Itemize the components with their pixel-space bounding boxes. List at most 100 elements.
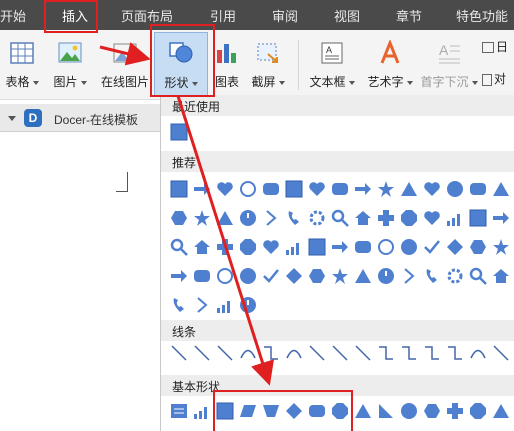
line-shape[interactable] (307, 343, 327, 363)
recommended-shape[interactable] (491, 208, 511, 228)
bird-shape[interactable] (422, 179, 442, 199)
recommended-shape[interactable] (284, 208, 304, 228)
recommended-shape[interactable] (422, 208, 442, 228)
textbox-button[interactable]: A 文本框 (304, 36, 360, 94)
recommended-shape[interactable] (169, 266, 189, 286)
recommended-shape[interactable] (353, 237, 373, 257)
menu-section[interactable]: 章节 (396, 6, 422, 25)
recommended-shape[interactable] (445, 266, 465, 286)
menu-view[interactable]: 视图 (334, 6, 360, 25)
recommended-shape[interactable] (192, 208, 212, 228)
people-shape[interactable] (445, 179, 465, 199)
recommended-shape[interactable] (169, 208, 189, 228)
cloud-shape[interactable] (330, 179, 350, 199)
docer-tab[interactable]: D Docer-在线模板 (0, 104, 160, 132)
android-shape[interactable] (261, 179, 281, 199)
line-shape[interactable] (238, 343, 258, 363)
menu-special-features[interactable]: 特色功能 (456, 6, 508, 25)
recommended-shape[interactable] (307, 237, 327, 257)
recommended-shape[interactable] (376, 237, 396, 257)
recommended-shape[interactable] (399, 208, 419, 228)
airplane-alt-shape[interactable] (353, 179, 373, 199)
date-button[interactable]: 日 (482, 38, 514, 58)
line-shape[interactable] (422, 343, 442, 363)
recommended-shape[interactable] (353, 208, 373, 228)
wordart-button[interactable]: 艺术字 (364, 36, 416, 94)
recommended-shape[interactable] (330, 237, 350, 257)
recommended-shape[interactable] (215, 266, 235, 286)
recommended-shape[interactable] (376, 208, 396, 228)
recent-rectangle-shape[interactable] (169, 122, 189, 142)
picture-button[interactable]: 图片 (46, 36, 94, 94)
line-shape[interactable] (468, 343, 488, 363)
chevron-shape[interactable] (192, 295, 212, 315)
recommended-shape[interactable] (468, 237, 488, 257)
hexagon-shape[interactable] (422, 401, 442, 421)
recommended-shape[interactable] (238, 208, 258, 228)
table-button[interactable]: 表格 (0, 36, 44, 94)
recommended-shape[interactable] (399, 266, 419, 286)
recommended-shape[interactable] (307, 208, 327, 228)
textbox-shape[interactable] (169, 401, 189, 421)
online-picture-button[interactable]: 在线图片 (96, 36, 154, 94)
recommended-shape[interactable] (307, 266, 327, 286)
recommended-shape[interactable] (261, 266, 281, 286)
object-button[interactable]: 对 (482, 70, 514, 90)
chart-button[interactable]: 图表 (210, 36, 244, 94)
recommended-shape[interactable] (284, 237, 304, 257)
cross-shape[interactable] (445, 401, 465, 421)
line-shape[interactable] (445, 343, 465, 363)
line-shape[interactable] (284, 343, 304, 363)
recommended-shape[interactable] (192, 266, 212, 286)
tree-shape[interactable] (491, 179, 511, 199)
thumbs-up-shape[interactable] (307, 179, 327, 199)
windows-shape[interactable] (169, 179, 189, 199)
recommended-shape[interactable] (445, 208, 465, 228)
megaphone-shape[interactable] (399, 179, 419, 199)
recommended-shape[interactable] (376, 266, 396, 286)
airplane-shape[interactable] (192, 179, 212, 199)
line-shape[interactable] (330, 343, 350, 363)
menu-page-layout[interactable]: 页面布局 (121, 6, 173, 25)
right-triangle-shape[interactable] (376, 401, 396, 421)
phone-device-shape[interactable] (284, 179, 304, 199)
triangle-shape[interactable] (353, 401, 373, 421)
recommended-shape[interactable] (192, 237, 212, 257)
recommended-shape[interactable] (261, 237, 281, 257)
recommended-shape[interactable] (169, 237, 189, 257)
signal-shape[interactable] (215, 295, 235, 315)
recommended-shape[interactable] (284, 266, 304, 286)
recommended-shape[interactable] (215, 208, 235, 228)
at-sign-shape[interactable] (238, 179, 258, 199)
recommended-shape[interactable] (238, 237, 258, 257)
recommended-shape[interactable] (353, 266, 373, 286)
line-shape[interactable] (192, 343, 212, 363)
triangle-alt-shape[interactable] (491, 401, 511, 421)
shopping-cart-shape[interactable] (468, 179, 488, 199)
recommended-shape[interactable] (491, 266, 511, 286)
menu-home[interactable]: 开始 (0, 6, 26, 25)
recommended-shape[interactable] (399, 237, 419, 257)
line-shape[interactable] (261, 343, 281, 363)
phone-shape[interactable] (169, 295, 189, 315)
recommended-shape[interactable] (238, 266, 258, 286)
line-shape[interactable] (399, 343, 419, 363)
recommended-shape[interactable] (468, 266, 488, 286)
dropcap-button[interactable]: A 首字下沉 (420, 36, 478, 94)
line-shape[interactable] (491, 343, 511, 363)
recommended-shape[interactable] (215, 237, 235, 257)
decagon-shape[interactable] (468, 401, 488, 421)
recommended-shape[interactable] (468, 208, 488, 228)
leaf-shape[interactable] (215, 179, 235, 199)
screenshot-button[interactable]: 截屏 (246, 36, 290, 94)
power-shape[interactable] (238, 295, 258, 315)
flower-shape[interactable] (376, 179, 396, 199)
line-shape[interactable] (353, 343, 373, 363)
menu-review[interactable]: 审阅 (272, 6, 298, 25)
recommended-shape[interactable] (330, 266, 350, 286)
recommended-shape[interactable] (491, 237, 511, 257)
recommended-shape[interactable] (422, 266, 442, 286)
vertical-textbox-shape[interactable] (192, 401, 212, 421)
menu-references[interactable]: 引用 (210, 6, 236, 25)
oval-shape[interactable] (399, 401, 419, 421)
